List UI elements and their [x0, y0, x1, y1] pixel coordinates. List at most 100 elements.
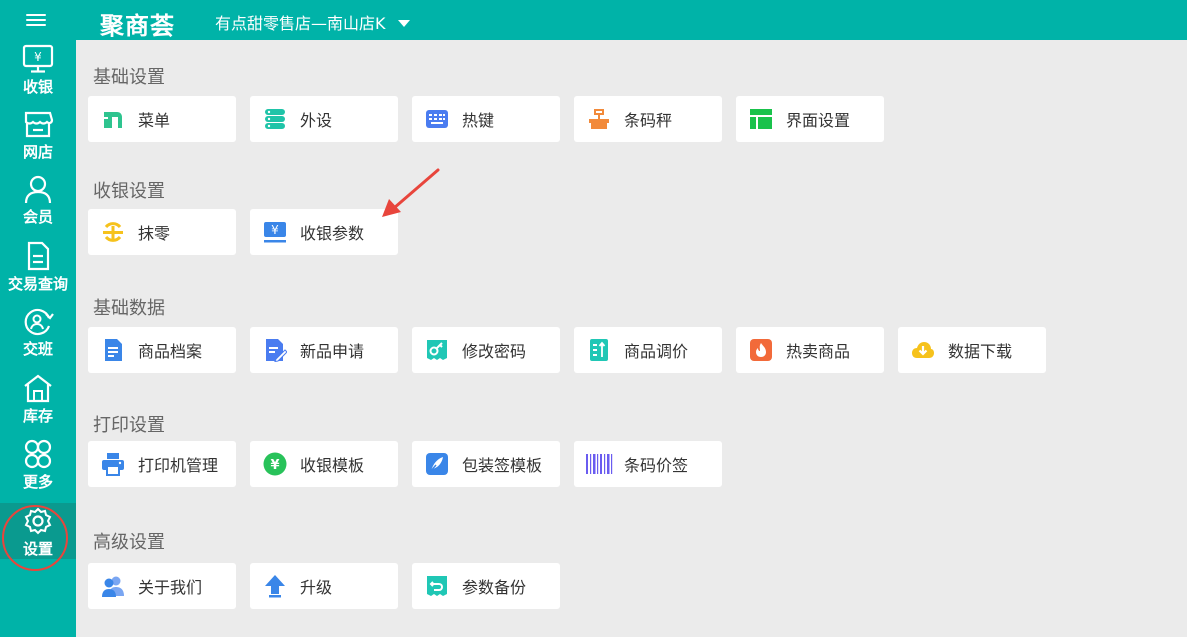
tile-printer-management[interactable]: 打印机管理 — [88, 441, 236, 487]
cashier-param-icon: ¥ — [264, 222, 286, 243]
tile-cashier-params[interactable]: ¥ 收银参数 — [250, 209, 398, 255]
tile-hotkeys[interactable]: 热键 — [412, 96, 560, 142]
tile-hot-products[interactable]: 热卖商品 — [736, 327, 884, 373]
tile-label: 包装签模板 — [462, 456, 543, 475]
tile-param-backup[interactable]: 参数备份 — [412, 563, 560, 609]
store-selector[interactable]: 有点甜零售店—南山店K — [215, 10, 410, 34]
warehouse-icon — [24, 374, 52, 403]
tile-label: 条码秤 — [624, 111, 673, 130]
tile-label: 外设 — [300, 111, 333, 130]
sidebar-item-members[interactable]: 会员 — [0, 172, 76, 236]
section-title: 收银设置 — [93, 181, 165, 202]
tile-cashier-template[interactable]: ¥ 收银模板 — [250, 441, 398, 487]
monitor-yuan-icon: ¥ — [22, 44, 54, 73]
section-title: 打印设置 — [93, 415, 165, 436]
price-adjust-icon — [590, 339, 608, 361]
scale-icon — [589, 109, 609, 129]
tile-new-product[interactable]: 新品申请 — [250, 327, 398, 373]
key-icon — [427, 340, 447, 360]
shift-handover-icon — [24, 308, 54, 336]
sidebar-item-handover[interactable]: 交班 — [0, 304, 76, 368]
sidebar: ¥ 收银 网店 会员 交易查询 交班 库存 更多 设置 — [0, 40, 76, 637]
tile-layout-settings[interactable]: 界面设置 — [736, 96, 884, 142]
tile-peripheral[interactable]: 外设 — [250, 96, 398, 142]
tile-menu[interactable]: 菜单 — [88, 96, 236, 142]
sidebar-item-label: 会员 — [22, 208, 53, 226]
tile-package-label-template[interactable]: 包装签模板 — [412, 441, 560, 487]
menu-icon — [104, 112, 122, 128]
tile-label: 条码价签 — [624, 456, 689, 475]
section-title: 基础设置 — [93, 67, 165, 88]
tile-data-download[interactable]: 数据下载 — [898, 327, 1046, 373]
sidebar-item-settings[interactable]: 设置 — [0, 503, 76, 571]
sidebar-item-label: 交班 — [22, 340, 53, 358]
tile-change-password[interactable]: 修改密码 — [412, 327, 560, 373]
sidebar-item-cashier[interactable]: ¥ 收银 — [0, 42, 76, 106]
chevron-down-icon — [397, 19, 410, 27]
svg-text:¥: ¥ — [271, 223, 279, 237]
tile-label: 修改密码 — [462, 342, 527, 361]
yuan-template-icon: ¥ — [263, 452, 287, 476]
tile-about-us[interactable]: 关于我们 — [88, 563, 236, 609]
hot-icon — [750, 339, 772, 361]
brand-logo: 聚商荟 — [100, 12, 175, 40]
tile-barcode-scale[interactable]: 条码秤 — [574, 96, 722, 142]
tile-price-adjust[interactable]: 商品调价 — [574, 327, 722, 373]
layout-icon — [750, 109, 772, 129]
hamburger-menu-icon[interactable] — [26, 11, 46, 29]
tile-label: 商品调价 — [624, 342, 689, 361]
sidebar-item-label: 设置 — [22, 540, 53, 558]
new-product-icon — [266, 339, 287, 362]
store-icon — [24, 111, 54, 138]
tile-label: 升级 — [300, 578, 333, 597]
store-name: 有点甜零售店—南山店K — [215, 14, 386, 33]
sidebar-item-label: 库存 — [22, 407, 53, 425]
document-icon — [27, 241, 50, 271]
sidebar-item-label: 交易查询 — [7, 275, 68, 293]
printer-icon — [102, 453, 124, 476]
tile-upgrade[interactable]: 升级 — [250, 563, 398, 609]
top-bar: 聚商荟 有点甜零售店—南山店K — [0, 0, 1187, 40]
tile-label: 热卖商品 — [786, 342, 851, 361]
sidebar-item-label: 网店 — [22, 143, 53, 161]
tile-label: 打印机管理 — [138, 456, 219, 475]
tile-label: 关于我们 — [138, 578, 203, 597]
tile-label: 抹零 — [138, 224, 171, 243]
tile-label: 参数备份 — [462, 578, 527, 597]
sidebar-item-transactions[interactable]: 交易查询 — [0, 239, 76, 303]
user-icon — [24, 175, 52, 204]
settings-main: 基础设置 菜单 外设 热键 条码秤 界面设置 收银设置 抹零 ¥ 收银参数 基础… — [76, 40, 1187, 637]
section-title: 高级设置 — [93, 532, 165, 553]
tile-label: 新品申请 — [300, 342, 365, 361]
keyboard-icon — [426, 110, 448, 128]
sidebar-item-inventory[interactable]: 库存 — [0, 371, 76, 435]
svg-text:¥: ¥ — [34, 50, 42, 64]
sidebar-item-more[interactable]: 更多 — [0, 437, 76, 501]
tile-label: 热键 — [462, 111, 495, 130]
feather-icon — [426, 453, 448, 475]
backup-icon — [427, 576, 447, 596]
svg-text:¥: ¥ — [270, 458, 279, 473]
tile-barcode-price-tag[interactable]: 条码价签 — [574, 441, 722, 487]
sidebar-item-webstore[interactable]: 网店 — [0, 107, 76, 171]
peripheral-icon — [265, 109, 285, 129]
tile-label: 商品档案 — [138, 342, 203, 361]
sidebar-item-label: 更多 — [22, 473, 53, 491]
barcode-icon — [586, 454, 613, 474]
round-off-icon — [103, 222, 123, 242]
section-title: 基础数据 — [93, 298, 165, 319]
download-cloud-icon — [912, 342, 934, 358]
tile-label: 菜单 — [138, 111, 171, 130]
tile-round-off[interactable]: 抹零 — [88, 209, 236, 255]
tile-label: 界面设置 — [786, 111, 851, 130]
upgrade-arrow-icon — [265, 575, 285, 598]
tile-label: 收银参数 — [300, 224, 365, 243]
product-file-icon — [105, 339, 122, 361]
tile-product-archive[interactable]: 商品档案 — [88, 327, 236, 373]
about-users-icon — [102, 576, 124, 597]
gear-icon — [24, 507, 52, 535]
tile-label: 收银模板 — [300, 456, 365, 475]
sidebar-item-label: 收银 — [22, 78, 53, 96]
more-grid-icon — [24, 439, 52, 469]
tile-label: 数据下载 — [948, 342, 1013, 361]
